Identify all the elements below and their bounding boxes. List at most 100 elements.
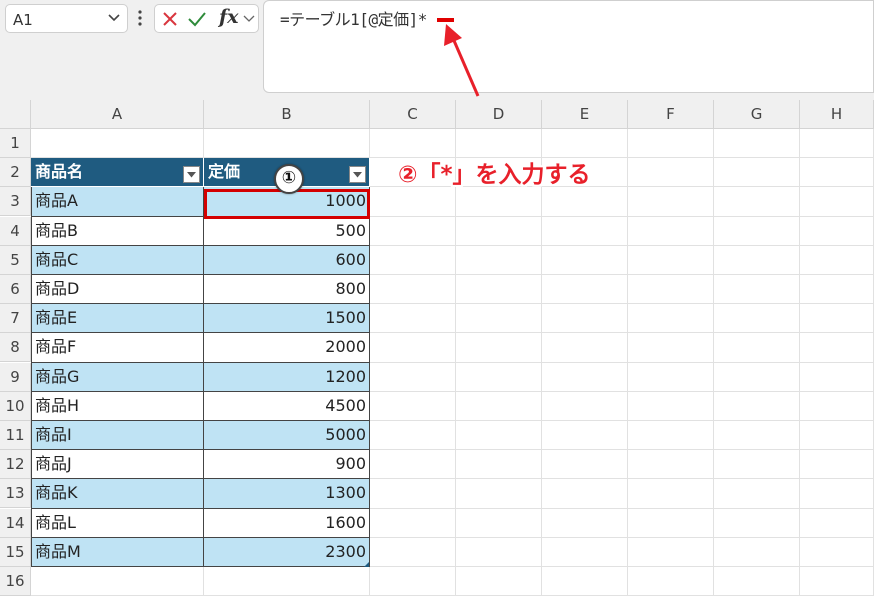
cell[interactable] — [370, 567, 456, 597]
table-row-price-cell[interactable]: 900 — [204, 450, 370, 480]
column-header-f[interactable]: F — [628, 100, 714, 129]
cell[interactable] — [370, 245, 456, 275]
chevron-down-icon[interactable] — [107, 10, 121, 24]
row-header-9[interactable]: 9 — [0, 362, 31, 392]
row-header-6[interactable]: 6 — [0, 275, 31, 304]
cell[interactable] — [628, 333, 714, 363]
cell[interactable] — [204, 567, 370, 597]
cell[interactable] — [542, 275, 628, 305]
cell[interactable] — [628, 537, 714, 567]
cell[interactable] — [370, 129, 456, 159]
cell[interactable] — [542, 304, 628, 334]
cell[interactable] — [456, 391, 542, 421]
table-row-price-cell[interactable]: 1300 — [204, 479, 370, 509]
cell[interactable] — [456, 304, 542, 334]
cell[interactable] — [714, 275, 800, 305]
cell[interactable] — [714, 479, 800, 509]
row-header-10[interactable]: 10 — [0, 391, 31, 421]
row-header-12[interactable]: 12 — [0, 450, 31, 480]
column-header-g[interactable]: G — [714, 100, 800, 129]
cell[interactable] — [456, 333, 542, 363]
cell[interactable] — [714, 362, 800, 392]
table-row-price-cell[interactable]: 2300 — [204, 537, 370, 567]
cell[interactable] — [456, 479, 542, 509]
cell[interactable] — [542, 129, 628, 159]
cell[interactable] — [456, 275, 542, 305]
cell[interactable] — [542, 567, 628, 597]
row-header-15[interactable]: 15 — [0, 537, 31, 567]
cell[interactable] — [800, 421, 874, 451]
table-row-name-cell[interactable]: 商品F — [31, 333, 204, 363]
table-row-price-cell[interactable]: 2000 — [204, 333, 370, 363]
cell[interactable] — [456, 537, 542, 567]
table-row-price-cell[interactable]: 600 — [204, 245, 370, 275]
cell[interactable] — [628, 362, 714, 392]
cell[interactable] — [800, 216, 874, 246]
cell[interactable] — [31, 567, 204, 597]
cell[interactable] — [542, 421, 628, 451]
cell[interactable] — [542, 450, 628, 480]
row-header-4[interactable]: 4 — [0, 216, 31, 246]
cell[interactable] — [542, 187, 628, 217]
cell[interactable] — [714, 450, 800, 480]
cell[interactable] — [628, 479, 714, 509]
fx-icon[interactable]: fx — [219, 6, 239, 28]
table-row-name-cell[interactable]: 商品G — [31, 362, 204, 392]
table-row-price-cell[interactable]: 4500 — [204, 391, 370, 421]
table-row-name-cell[interactable]: 商品D — [31, 275, 204, 305]
cell[interactable] — [714, 537, 800, 567]
table-row-price-cell[interactable]: 1200 — [204, 362, 370, 392]
cell[interactable] — [628, 216, 714, 246]
row-header-2[interactable]: 2 — [0, 158, 31, 188]
cell[interactable] — [370, 391, 456, 421]
cell[interactable] — [800, 158, 874, 188]
cell[interactable] — [370, 275, 456, 305]
cell[interactable] — [800, 450, 874, 480]
filter-dropdown-icon[interactable] — [183, 166, 200, 184]
column-header-c[interactable]: C — [370, 100, 456, 129]
cell[interactable] — [542, 537, 628, 567]
cell[interactable] — [628, 450, 714, 480]
cell[interactable] — [542, 508, 628, 538]
cell[interactable] — [800, 537, 874, 567]
cell[interactable] — [456, 421, 542, 451]
cell[interactable] — [456, 187, 542, 217]
cell[interactable] — [714, 216, 800, 246]
cell[interactable] — [542, 391, 628, 421]
table-row-name-cell[interactable]: 商品M — [31, 537, 204, 567]
cell[interactable] — [370, 450, 456, 480]
cell[interactable] — [542, 333, 628, 363]
cell[interactable] — [542, 479, 628, 509]
cell[interactable] — [800, 362, 874, 392]
cell[interactable] — [31, 129, 204, 159]
cell[interactable] — [542, 245, 628, 275]
row-header-13[interactable]: 13 — [0, 479, 31, 509]
cell[interactable] — [456, 362, 542, 392]
cell[interactable] — [628, 158, 714, 188]
cell[interactable] — [370, 187, 456, 217]
cell[interactable] — [370, 304, 456, 334]
cell[interactable] — [204, 129, 370, 159]
table-row-name-cell[interactable]: 商品L — [31, 508, 204, 538]
cell[interactable] — [628, 129, 714, 159]
cell[interactable] — [456, 129, 542, 159]
row-header-11[interactable]: 11 — [0, 421, 31, 450]
table-resize-handle[interactable] — [364, 562, 369, 567]
table-row-price-cell[interactable]: 1500 — [204, 304, 370, 334]
cell[interactable] — [456, 508, 542, 538]
table-row-name-cell[interactable]: 商品H — [31, 391, 204, 421]
cell[interactable] — [370, 421, 456, 451]
cell[interactable] — [800, 508, 874, 538]
column-header-a[interactable]: A — [31, 100, 204, 129]
select-all-corner[interactable] — [0, 100, 31, 129]
cell[interactable] — [800, 391, 874, 421]
cell[interactable] — [628, 304, 714, 334]
cell[interactable] — [800, 187, 874, 217]
table-row-price-cell[interactable]: 800 — [204, 275, 370, 305]
column-header-h[interactable]: H — [800, 100, 874, 129]
cell[interactable] — [542, 362, 628, 392]
column-header-d[interactable]: D — [456, 100, 542, 129]
table-header-cell[interactable]: 商品名 — [31, 158, 204, 188]
cell[interactable] — [456, 450, 542, 480]
row-header-1[interactable]: 1 — [0, 129, 31, 158]
